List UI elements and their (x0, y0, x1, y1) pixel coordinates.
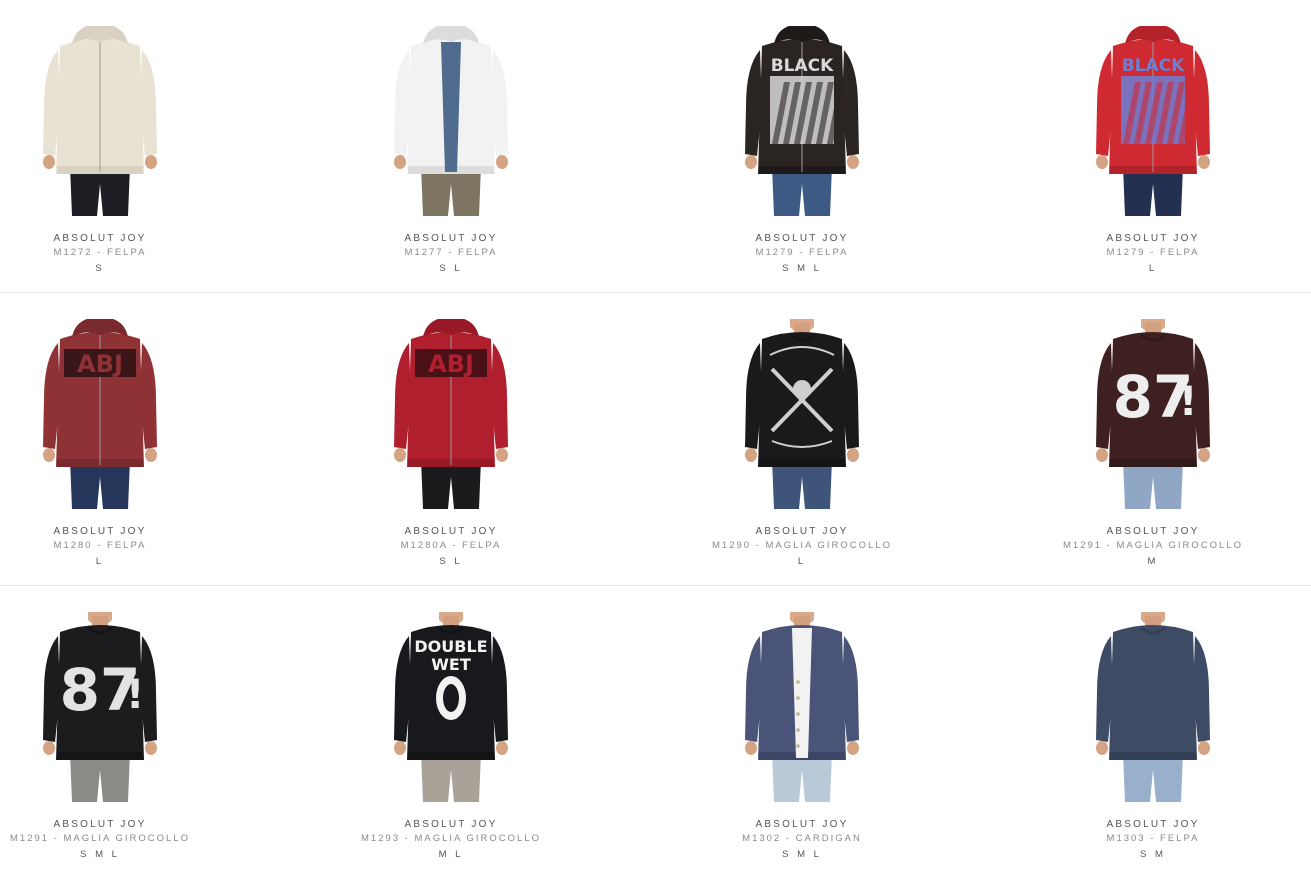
product-photo[interactable] (30, 26, 170, 216)
print-text: ABJ (428, 350, 474, 378)
product-photo[interactable]: 87! (30, 612, 170, 802)
product-row: 87! ABSOLUT JOY M1291 - MAGLIA GIROCOLLO S … (0, 586, 1311, 878)
svg-text:WET: WET (431, 655, 471, 674)
product-card[interactable]: DOUBLE WET ABSOLUT JOY M1293 - MAGLIA GIROC… (326, 612, 576, 863)
product-model: M1277 - FELPA (404, 247, 498, 258)
product-brand: ABSOLUT JOY (53, 233, 147, 244)
product-brand: ABSOLUT JOY (53, 526, 147, 537)
product-model: M1291 - MAGLIA GIROCOLLO (1063, 540, 1243, 551)
product-model: M1279 - FELPA (1106, 247, 1200, 258)
product-card[interactable]: 87! ABSOLUT JOY M1291 - MAGLIA GIROCOLLO S … (0, 612, 225, 863)
product-photo[interactable] (381, 26, 521, 216)
product-model: M1291 - MAGLIA GIROCOLLO (10, 833, 190, 844)
product-model: M1280 - FELPA (53, 540, 147, 551)
product-sizes[interactable]: L (0, 554, 225, 570)
product-brand: ABSOLUT JOY (755, 819, 849, 830)
product-sizes[interactable]: S L (326, 261, 576, 277)
product-brand: ABSOLUT JOY (755, 526, 849, 537)
product-photo[interactable] (1083, 612, 1223, 802)
product-row: ABSOLUT JOY M1272 - FELPA S ABSOLUT JOY M127… (0, 0, 1311, 293)
product-card[interactable]: ABJ ABSOLUT JOY M1280A - FELPA S L (326, 319, 576, 570)
product-sizes[interactable]: L (677, 554, 927, 570)
print-text: BLACK (771, 56, 834, 76)
product-model: M1290 - MAGLIA GIROCOLLO (712, 540, 892, 551)
product-photo[interactable] (732, 612, 872, 802)
product-model: M1302 - CARDIGAN (742, 833, 862, 844)
product-brand: ABSOLUT JOY (1106, 819, 1200, 830)
product-model: M1303 - FELPA (1106, 833, 1200, 844)
product-grid: ABSOLUT JOY M1272 - FELPA S ABSOLUT JOY M127… (0, 0, 1311, 878)
product-sizes[interactable]: S M L (677, 847, 927, 863)
product-model: M1293 - MAGLIA GIROCOLLO (361, 833, 541, 844)
product-brand: ABSOLUT JOY (1106, 526, 1200, 537)
product-sizes[interactable]: M L (326, 847, 576, 863)
product-sizes[interactable]: L (1028, 261, 1278, 277)
product-card[interactable]: ABSOLUT JOY M1272 - FELPA S (0, 26, 225, 277)
product-brand: ABSOLUT JOY (404, 233, 498, 244)
product-card[interactable]: ABSOLUT JOY M1302 - CARDIGAN S M L (677, 612, 927, 863)
product-sizes[interactable]: S L (326, 554, 576, 570)
product-brand: ABSOLUT JOY (53, 819, 147, 830)
product-card[interactable]: ABSOLUT JOY M1277 - FELPA S L (326, 26, 576, 277)
product-sizes[interactable]: S (0, 261, 225, 277)
product-brand: ABSOLUT JOY (755, 233, 849, 244)
product-model: M1272 - FELPA (53, 247, 147, 258)
product-card[interactable]: ABJ ABSOLUT JOY M1280 - FELPA L (0, 319, 225, 570)
product-model: M1279 - FELPA (755, 247, 849, 258)
product-photo[interactable]: 87! (1083, 319, 1223, 509)
product-brand: ABSOLUT JOY (404, 526, 498, 537)
product-card[interactable]: 87! ABSOLUT JOY M1291 - MAGLIA GIROCOLLO M (1028, 319, 1278, 570)
product-card[interactable]: ABSOLUT JOY M1303 - FELPA S M (1028, 612, 1278, 863)
product-photo[interactable]: DOUBLEWET (381, 612, 521, 802)
product-photo[interactable] (732, 319, 872, 509)
svg-text:DOUBLE: DOUBLE (414, 637, 487, 656)
product-sizes[interactable]: S M L (0, 847, 225, 863)
svg-text:!: ! (1179, 379, 1197, 425)
product-brand: ABSOLUT JOY (1106, 233, 1200, 244)
product-brand: ABSOLUT JOY (404, 819, 498, 830)
product-card[interactable]: BLACK ABSOLUT JOY M1279 - FELPA L (1028, 26, 1278, 277)
product-card[interactable]: BLACK ABSOLUT JOY M1279 - FELPA S M L (677, 26, 927, 277)
product-row: ABJ ABSOLUT JOY M1280 - FELPA L ABJ ABSOLUT J… (0, 293, 1311, 586)
print-text: ABJ (77, 350, 123, 378)
product-photo[interactable]: ABJ (381, 319, 521, 509)
product-sizes[interactable]: M (1028, 554, 1278, 570)
product-model: M1280A - FELPA (400, 540, 502, 551)
product-sizes[interactable]: S M L (677, 261, 927, 277)
product-sizes[interactable]: S M (1028, 847, 1278, 863)
product-card[interactable]: ABSOLUT JOY M1290 - MAGLIA GIROCOLLO L (677, 319, 927, 570)
product-photo[interactable]: BLACK (732, 26, 872, 216)
print-text: BLACK (1122, 56, 1185, 76)
svg-text:!: ! (126, 672, 144, 718)
product-photo[interactable]: ABJ (30, 319, 170, 509)
product-photo[interactable]: BLACK (1083, 26, 1223, 216)
